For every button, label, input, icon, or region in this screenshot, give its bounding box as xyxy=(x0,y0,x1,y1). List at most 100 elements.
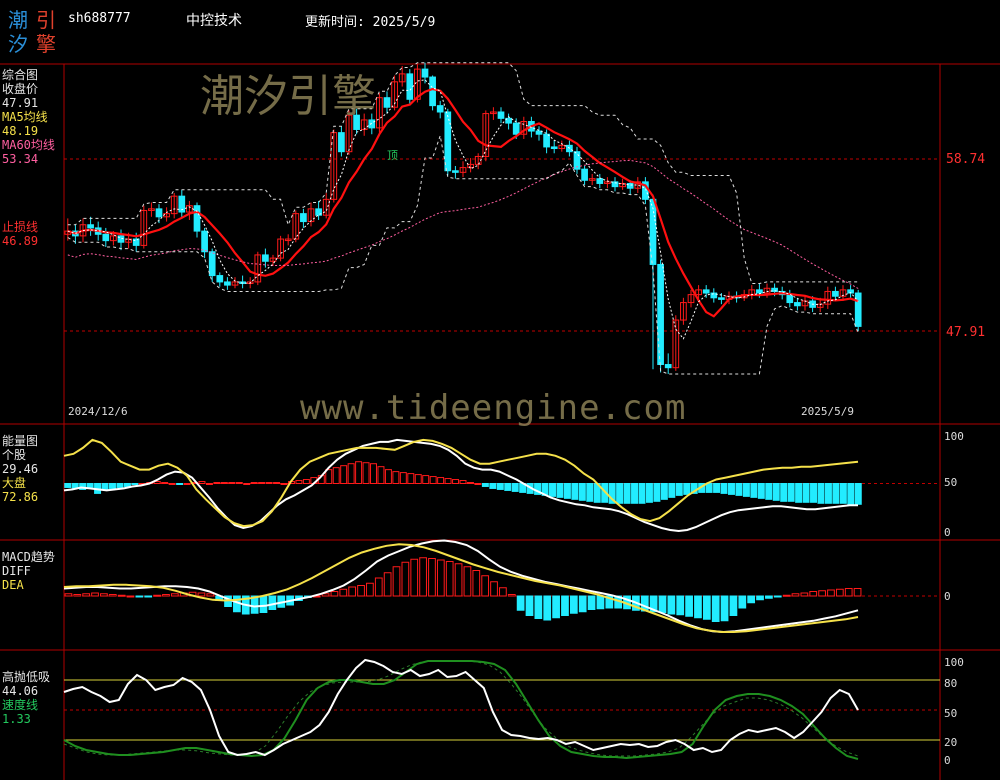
energy-scale-100: 100 xyxy=(944,430,964,443)
macd-bar-down xyxy=(658,595,667,613)
macd-bar-up xyxy=(197,592,206,597)
ma60-label: MA60均线 xyxy=(2,138,55,152)
diff-label: DIFF xyxy=(2,564,31,578)
candle-down xyxy=(102,233,110,242)
macd-bar-up xyxy=(410,558,419,597)
energy-bar-up xyxy=(466,482,474,485)
speed-value: 1.33 xyxy=(2,712,31,726)
stoploss-value: 46.89 xyxy=(2,234,39,248)
energy-bar-down xyxy=(123,483,131,487)
energy-bar-up xyxy=(459,480,467,484)
main-panel-legend: 综合图 收盘价 47.91 MA5均线 48.19 MA60均线 53.34 xyxy=(2,68,55,166)
dea-label: DEA xyxy=(2,578,24,592)
macd-bar-up xyxy=(357,585,365,597)
energy-bar-up xyxy=(362,462,370,484)
energy-bar-down xyxy=(660,483,668,500)
candle-down xyxy=(87,224,94,229)
end-date: 2025/5/9 xyxy=(801,405,854,418)
energy-bar-down xyxy=(742,483,750,497)
energy-bar-up xyxy=(392,471,400,484)
macd-bar-down xyxy=(747,595,756,604)
energy-bar-up xyxy=(168,483,176,485)
energy-bar-up xyxy=(161,482,169,485)
energy-bar-down xyxy=(728,483,735,495)
macd-bar-up xyxy=(472,570,481,597)
candle-down xyxy=(718,297,725,300)
energy-bar-down xyxy=(653,483,661,502)
macd-bar-up xyxy=(436,559,445,597)
brand-watermark: 潮汐引擎 xyxy=(200,71,376,122)
candle-down xyxy=(216,275,224,283)
kdj-scale-0: 0 xyxy=(944,754,951,767)
macd-bar-down xyxy=(702,595,711,620)
macd-bar-up xyxy=(463,566,472,597)
macd-bar-up xyxy=(100,593,108,597)
energy-bar-down xyxy=(496,483,504,490)
energy-bar-up xyxy=(228,482,236,485)
energy-bar-down xyxy=(668,483,676,498)
kdj-white-line xyxy=(63,658,859,757)
kdj-value: 44.06 xyxy=(2,684,39,698)
energy-bar-down xyxy=(86,483,94,488)
candle-down xyxy=(406,73,414,100)
energy-bar-down xyxy=(847,483,855,505)
macd-bar-down xyxy=(543,595,552,621)
energy-bar-down xyxy=(176,483,184,485)
energy-bar-down xyxy=(817,483,825,504)
candle-down xyxy=(429,76,436,107)
energy-bar-down xyxy=(511,483,519,492)
energy-bar-down xyxy=(795,483,803,503)
macd-bar-down xyxy=(525,595,534,616)
energy-bar-down xyxy=(832,483,840,504)
energy-bar-up xyxy=(377,466,385,485)
stock-energy-label: 个股 xyxy=(2,448,27,462)
ma60-value: 53.34 xyxy=(2,152,39,166)
energy-bar-up xyxy=(355,461,363,485)
macd-bar-down xyxy=(756,595,764,601)
macd-bar-up xyxy=(117,594,126,597)
energy-bar-down xyxy=(616,483,624,504)
candle-down xyxy=(657,263,664,366)
macd-bar-up xyxy=(445,561,454,597)
energy-bar-up xyxy=(452,479,460,485)
energy-bar-up xyxy=(258,482,266,485)
macd-bar-down xyxy=(676,595,685,616)
energy-bar-up xyxy=(422,475,430,484)
macd-bar-up xyxy=(454,563,463,597)
stoploss-label: 止损线 xyxy=(2,220,39,234)
energy-bar-down xyxy=(623,483,631,504)
energy-bar-down xyxy=(101,483,109,490)
ma5-label: MA5均线 xyxy=(2,110,48,124)
macd-bar-down xyxy=(596,595,605,610)
energy-bar-down xyxy=(563,483,571,499)
candle-down xyxy=(497,111,505,119)
macd-bar-up xyxy=(206,593,215,597)
macd-bar-up xyxy=(835,588,844,597)
macd-bar-up xyxy=(170,593,179,597)
energy-bar-up xyxy=(384,469,392,485)
macd-bar-down xyxy=(765,595,773,599)
energy-bar-up xyxy=(429,476,437,485)
energy-bar-up xyxy=(332,467,340,485)
energy-bar-down xyxy=(757,483,765,499)
macd-bar-down xyxy=(259,595,268,613)
macd-bar-up xyxy=(782,594,791,597)
start-date: 2024/12/6 xyxy=(68,405,128,418)
macd-bar-down xyxy=(685,595,693,617)
energy-bar-down xyxy=(780,483,788,502)
macd-scale-0: 0 xyxy=(944,590,951,603)
kdj-panel-title: 高抛低吸 xyxy=(2,670,51,684)
energy-bar-down xyxy=(802,483,810,503)
macd-bar-up xyxy=(374,577,383,597)
energy-bar-up xyxy=(280,483,288,485)
candle-down xyxy=(832,290,839,297)
stock-energy-value: 29.46 xyxy=(2,462,39,476)
macd-bar-up xyxy=(844,588,853,597)
macd-bar-down xyxy=(561,595,569,616)
energy-bar-down xyxy=(578,483,586,501)
macd-bar-up xyxy=(853,588,862,597)
candle-down xyxy=(155,208,163,218)
macd-bar-up xyxy=(366,582,374,597)
macd-bar-up xyxy=(153,594,161,597)
macd-bar-down xyxy=(569,595,578,614)
